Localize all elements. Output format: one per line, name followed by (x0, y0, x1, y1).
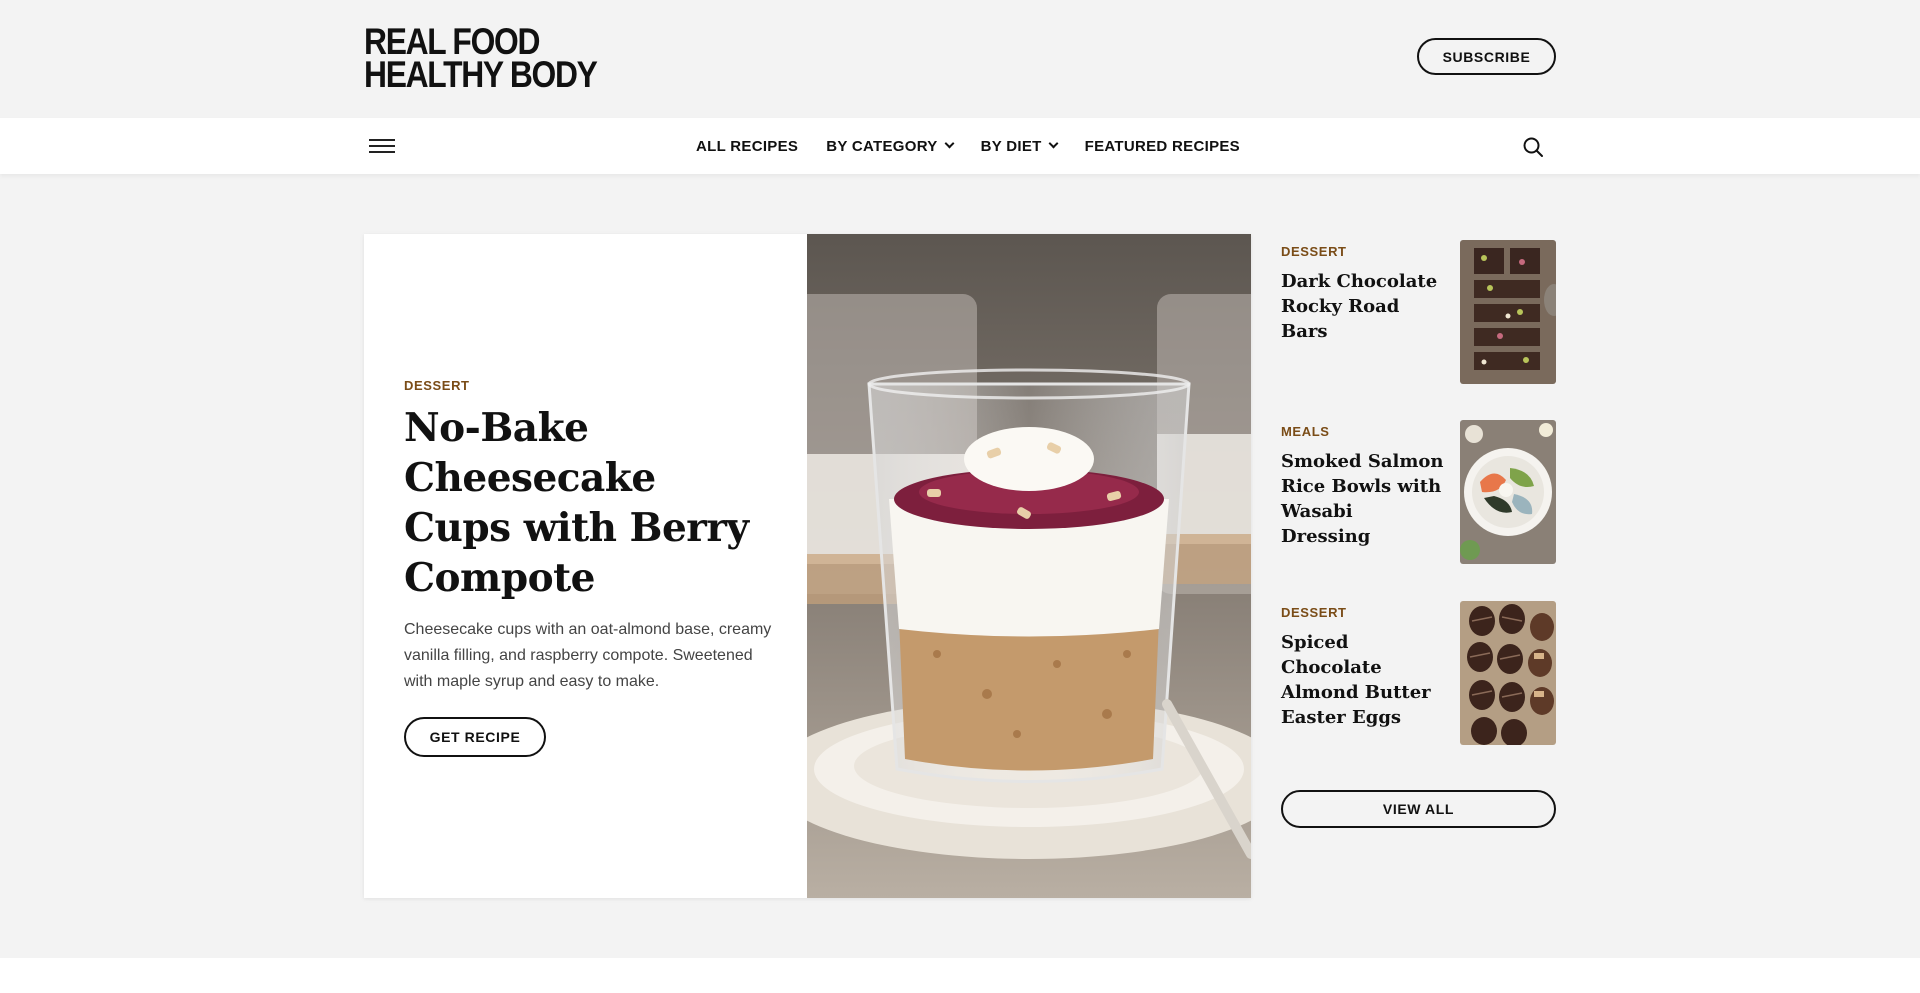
sidebar-recipe-card[interactable]: DESSERT Spiced Chocolate Almond Butter E… (1281, 601, 1556, 747)
chevron-down-icon (1048, 138, 1059, 148)
sidebar-recipe-title[interactable]: Smoked Salmon Rice Bowls with Wasabi Dre… (1281, 449, 1446, 549)
nav-item-label: FEATURED RECIPES (1084, 137, 1240, 155)
sidebar-category-label[interactable]: MEALS (1281, 424, 1446, 439)
get-recipe-button[interactable]: GET RECIPE (404, 717, 546, 757)
sidebar-recipe-card[interactable]: MEALS Smoked Salmon Rice Bowls with Wasa… (1281, 420, 1556, 566)
chevron-down-icon (944, 138, 955, 148)
cheesecake-cup-photo[interactable] (807, 234, 1251, 898)
sidebar-recipe-text: MEALS Smoked Salmon Rice Bowls with Wasa… (1281, 424, 1446, 549)
subscribe-button[interactable]: SUBSCRIBE (1417, 38, 1556, 75)
nav-links: ALL RECIPES BY CATEGORY BY DIET FEATURED… (696, 118, 1268, 174)
sidebar-recipe-text: DESSERT Spiced Chocolate Almond Butter E… (1281, 605, 1446, 730)
nav-item-label: BY CATEGORY (826, 137, 938, 155)
site-header: REAL FOOD HEALTHY BODY SUBSCRIBE (0, 0, 1920, 118)
featured-recipe-title[interactable]: No-Bake Cheesecake Cups with Berry Compo… (404, 403, 774, 603)
logo-line-2: HEALTHY BODY (364, 54, 598, 95)
sidebar-category-label[interactable]: DESSERT (1281, 605, 1446, 620)
view-all-button[interactable]: VIEW ALL (1281, 790, 1556, 828)
sidebar-category-label[interactable]: DESSERT (1281, 244, 1446, 259)
search-icon[interactable] (1522, 136, 1544, 158)
salmon-rice-bowl-photo[interactable] (1460, 420, 1556, 564)
chocolate-easter-eggs-photo[interactable] (1460, 601, 1556, 745)
nav-item-label: ALL RECIPES (696, 137, 799, 155)
featured-category-label[interactable]: DESSERT (404, 378, 774, 393)
nav-item-label: BY DIET (980, 137, 1042, 155)
featured-recipe-description: Cheesecake cups with an oat-almond base,… (404, 621, 772, 690)
main-nav: ALL RECIPES BY CATEGORY BY DIET FEATURED… (0, 118, 1920, 174)
nav-item-featured-recipes[interactable]: FEATURED RECIPES (1085, 138, 1240, 155)
hamburger-menu-icon[interactable] (369, 137, 395, 155)
nav-item-by-category[interactable]: BY CATEGORY (826, 137, 955, 155)
featured-recipe-card: DESSERT No-Bake Cheesecake Cups with Ber… (364, 234, 1251, 898)
rocky-road-bars-photo[interactable] (1460, 240, 1556, 384)
sidebar-recipe-card[interactable]: DESSERT Dark Chocolate Rocky Road Bars (1281, 240, 1556, 386)
sidebar-recipe-title[interactable]: Spiced Chocolate Almond Butter Easter Eg… (1281, 630, 1446, 730)
page-footer-band (0, 958, 1920, 993)
nav-item-all-recipes[interactable]: ALL RECIPES (696, 138, 798, 155)
nav-item-by-diet[interactable]: BY DIET (980, 137, 1059, 155)
sidebar-recipe-text: DESSERT Dark Chocolate Rocky Road Bars (1281, 244, 1446, 344)
sidebar-recipe-title[interactable]: Dark Chocolate Rocky Road Bars (1281, 269, 1446, 344)
featured-recipe-text: DESSERT No-Bake Cheesecake Cups with Ber… (404, 378, 774, 757)
site-logo[interactable]: REAL FOOD HEALTHY BODY (364, 23, 598, 95)
